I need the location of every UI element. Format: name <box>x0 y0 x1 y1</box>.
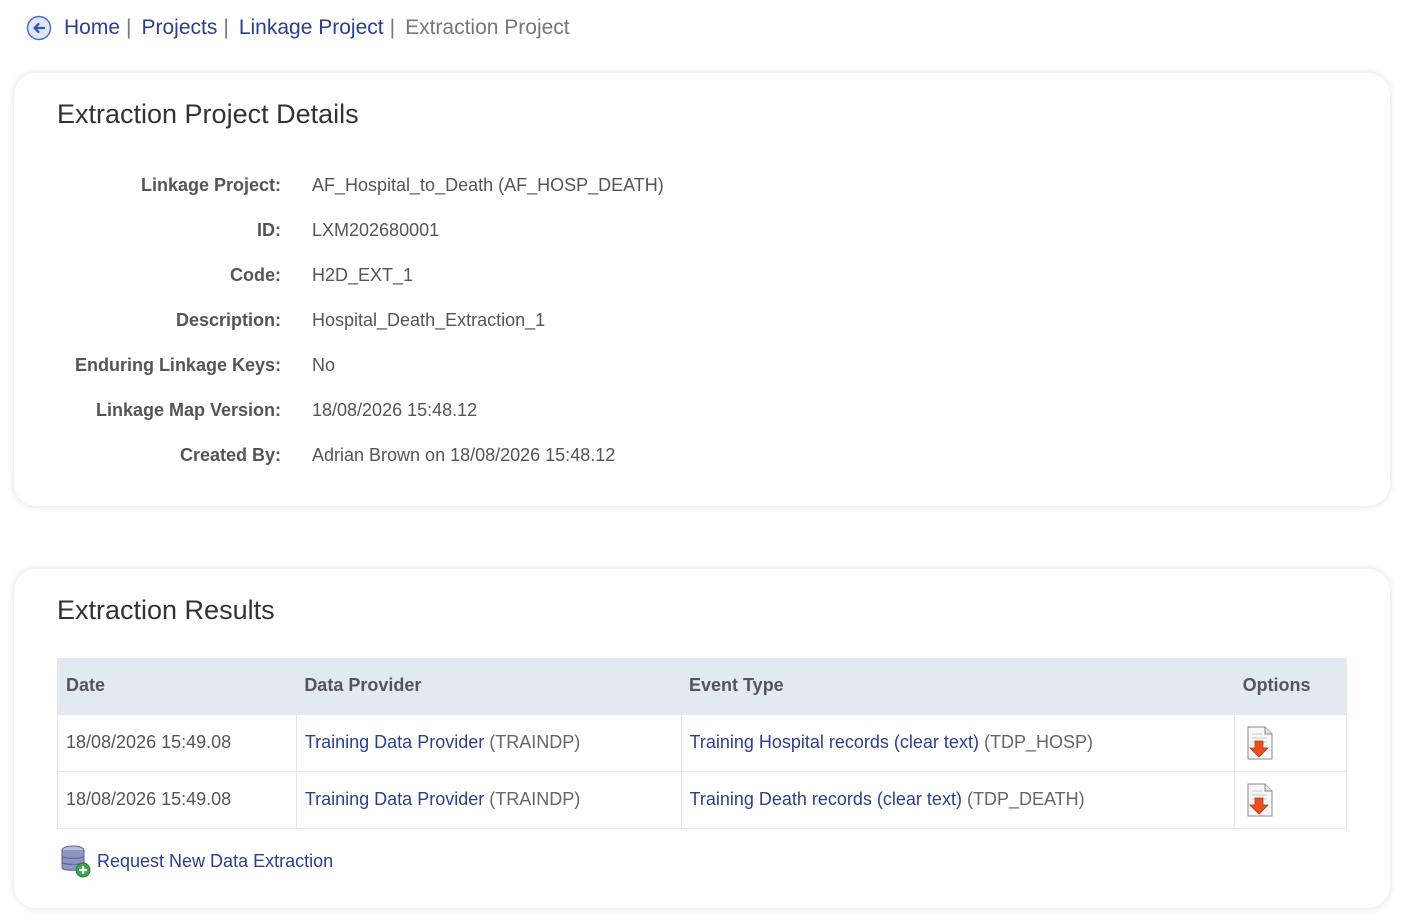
database-add-icon[interactable] <box>60 844 92 878</box>
cell-data-provider: Training Data Provider (TRAINDP) <box>295 770 682 829</box>
event-type-link[interactable]: Training Hospital records (clear text) <box>690 732 979 752</box>
column-header-data-provider: Data Provider <box>296 658 681 714</box>
details-title: Extraction Project Details <box>57 99 359 129</box>
detail-label: Linkage Project: <box>140 175 281 195</box>
cell-data-provider: Training Data Provider (TRAINDP) <box>295 713 682 772</box>
column-header-options: Options <box>1234 658 1347 714</box>
detail-value: AF_Hospital_to_Death (AF_HOSP_DEATH) <box>312 175 664 195</box>
breadcrumb-projects-link[interactable]: Projects <box>142 16 218 40</box>
results-title: Extraction Results <box>57 595 275 625</box>
cell-options <box>1234 713 1347 772</box>
detail-value: Hospital_Death_Extraction_1 <box>312 310 546 330</box>
detail-label: Linkage Map Version: <box>95 400 281 420</box>
data-provider-link[interactable]: Training Data Provider <box>305 789 484 809</box>
breadcrumb-home-link[interactable]: Home <box>64 16 120 40</box>
extraction-results-panel: Extraction Results Date Data Provider Ev… <box>14 569 1390 908</box>
detail-row-id: ID: LXM202680001 <box>14 210 1390 255</box>
breadcrumb-linkage-project-link[interactable]: Linkage Project <box>239 16 384 40</box>
detail-row-enduring-keys: Enduring Linkage Keys: No <box>14 345 1390 390</box>
event-type-code: (TDP_HOSP) <box>983 732 1093 752</box>
table-header-row: Date Data Provider Event Type Options <box>57 658 1347 714</box>
event-type-code: (TDP_DEATH) <box>966 789 1085 809</box>
cell-options <box>1234 770 1347 829</box>
cell-event-type: Training Death records (clear text) (TDP… <box>680 770 1236 829</box>
data-provider-code: (TRAINDP) <box>489 732 581 752</box>
download-document-icon[interactable] <box>1245 783 1275 817</box>
breadcrumb-separator: | <box>389 16 396 39</box>
back-arrow-icon[interactable] <box>26 15 52 41</box>
detail-label: Code: <box>230 265 281 285</box>
detail-row-created-by: Created By: Adrian Brown on 18/08/2026 1… <box>14 435 1390 480</box>
detail-row-linkage-project: Linkage Project: AF_Hospital_to_Death (A… <box>14 165 1390 210</box>
detail-value: LXM202680001 <box>312 220 440 240</box>
cell-date: 18/08/2026 15:49.08 <box>57 770 297 829</box>
table-row: 18/08/2026 15:49.08 Training Data Provid… <box>57 713 1347 772</box>
request-new-extraction-link[interactable]: Request New Data Extraction <box>97 851 333 872</box>
data-provider-code: (TRAINDP) <box>489 789 581 809</box>
detail-label: Enduring Linkage Keys: <box>74 355 281 375</box>
event-type-link[interactable]: Training Death records (clear text) <box>690 789 962 809</box>
detail-label: ID: <box>257 220 281 240</box>
request-extraction: Request New Data Extraction <box>60 844 333 878</box>
data-provider-link[interactable]: Training Data Provider <box>305 732 484 752</box>
detail-value: Adrian Brown on 18/08/2026 15:48.12 <box>312 445 616 465</box>
detail-row-description: Description: Hospital_Death_Extraction_1 <box>14 300 1390 345</box>
extraction-details-panel: Extraction Project Details Linkage Proje… <box>14 73 1390 506</box>
column-header-event-type: Event Type <box>681 658 1235 714</box>
detail-list: Linkage Project: AF_Hospital_to_Death (A… <box>14 165 1390 480</box>
detail-value: 18/08/2026 15:48.12 <box>312 400 478 420</box>
breadcrumb-current: Extraction Project <box>405 16 570 39</box>
cell-event-type: Training Hospital records (clear text) (… <box>680 713 1236 772</box>
breadcrumb: Home | Projects | Linkage Project | Extr… <box>26 13 570 43</box>
column-header-date: Date <box>57 658 297 714</box>
cell-date: 18/08/2026 15:49.08 <box>57 713 297 772</box>
detail-row-map-version: Linkage Map Version: 18/08/2026 15:48.12 <box>14 390 1390 435</box>
breadcrumb-separator: | <box>223 16 229 39</box>
detail-value: No <box>312 355 336 375</box>
detail-row-code: Code: H2D_EXT_1 <box>14 255 1390 300</box>
detail-label: Created By: <box>179 445 281 465</box>
table-row: 18/08/2026 15:49.08 Training Data Provid… <box>57 770 1347 829</box>
breadcrumb-separator: | <box>126 16 132 39</box>
download-document-icon[interactable] <box>1245 726 1275 760</box>
detail-label: Description: <box>175 310 281 330</box>
detail-value: H2D_EXT_1 <box>312 265 414 285</box>
results-table: Date Data Provider Event Type Options 18… <box>57 658 1347 829</box>
